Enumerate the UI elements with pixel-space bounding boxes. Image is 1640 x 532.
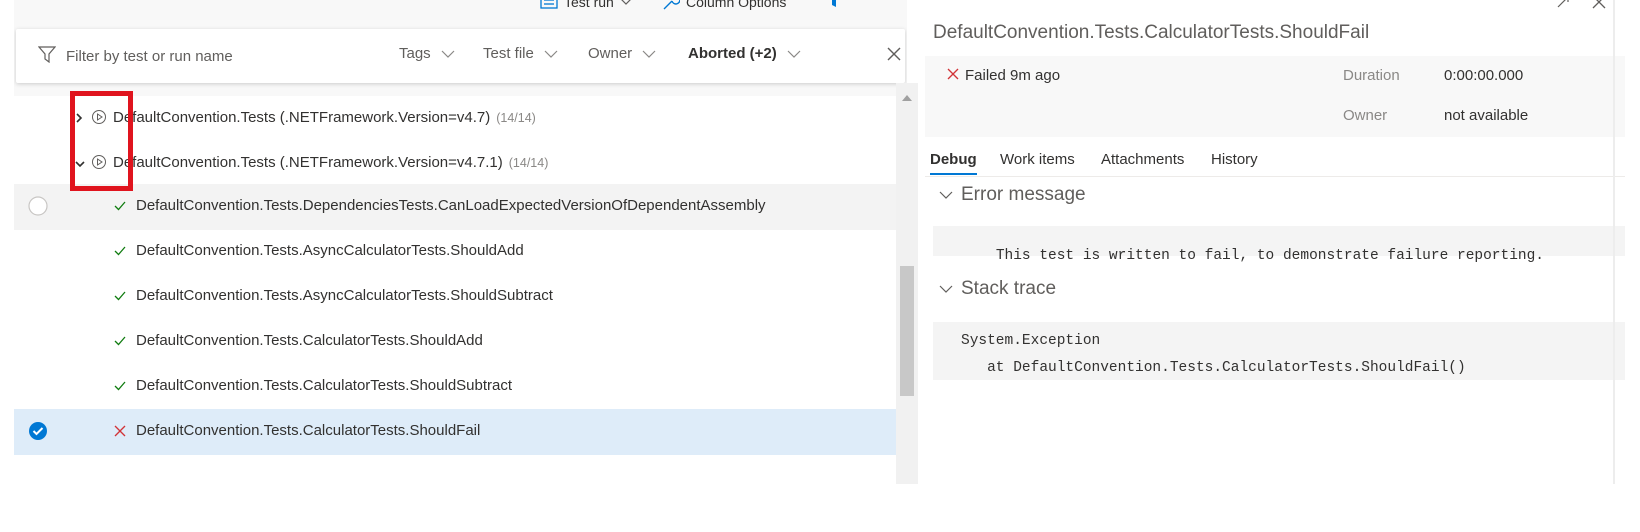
test-run-icon [540,0,558,9]
tab-history[interactable]: History [1211,151,1258,168]
chevron-down-icon [787,45,801,62]
filter-input[interactable] [66,45,366,67]
check-icon [114,244,126,262]
error-message-text: This test is written to fail, to demonst… [995,248,1545,264]
tab-attachments[interactable]: Attachments [1101,151,1184,168]
stack-trace-line: System.Exception [961,333,1101,349]
test-name: DefaultConvention.Tests.CalculatorTests.… [136,332,483,349]
test-row-selected[interactable]: DefaultConvention.Tests.CalculatorTests.… [14,409,907,455]
close-icon[interactable] [1591,0,1607,15]
owner-label: Owner [1343,107,1388,124]
scroll-up-arrow-icon[interactable] [901,89,913,107]
detail-title: DefaultConvention.Tests.CalculatorTests.… [933,22,1370,43]
filter-icon [37,46,57,68]
chevron-down-icon [939,278,953,300]
detail-tabs: Debug Work items Attachments History [925,141,1625,177]
check-icon [114,334,126,352]
column-options-label: Column Options [686,0,787,10]
wrench-icon [662,0,680,10]
tree-group-row[interactable]: DefaultConvention.Tests (.NETFramework.V… [14,141,907,187]
test-run-label: Test run [564,0,614,10]
owner-filter-dropdown[interactable]: Owner [588,45,656,62]
test-tree: DefaultConvention.Tests (.NETFramework.V… [14,96,907,484]
chevron-down-icon [939,184,953,206]
test-detail-pane: DefaultConvention.Tests.CalculatorTests.… [925,0,1625,484]
owner-filter-label: Owner [588,45,633,62]
owner-value: not available [1444,107,1529,124]
toolbar: Test run Column Options [14,0,907,14]
funnel-filled-icon [826,0,842,8]
test-name: DefaultConvention.Tests.CalculatorTests.… [136,422,481,439]
group-count: (14/14) [508,156,549,170]
tree-group-label: DefaultConvention.Tests (.NETFramework.V… [113,109,536,126]
group-name: DefaultConvention.Tests (.NETFramework.V… [113,154,503,171]
check-icon [114,289,126,307]
test-row[interactable]: DefaultConvention.Tests.CalculatorTests.… [14,364,907,410]
vertical-scrollbar[interactable] [896,83,918,484]
expand-icon[interactable] [1555,0,1571,15]
chevron-down-icon [441,45,455,62]
row-select-radio[interactable] [28,196,48,221]
pane-controls [1555,0,1607,15]
tags-filter-label: Tags [399,45,431,62]
duration-label: Duration [1343,67,1400,84]
error-message-heading: Error message [961,184,1086,205]
tab-work-items[interactable]: Work items [1000,151,1075,168]
check-icon [114,379,126,397]
close-icon[interactable] [886,46,902,67]
tree-group-label: DefaultConvention.Tests (.NETFramework.V… [113,154,548,171]
test-summary: Failed 9m ago Duration 0:00:00.000 Owner… [925,56,1625,137]
test-file-filter-dropdown[interactable]: Test file [483,45,558,62]
column-options-button[interactable]: Column Options [662,0,786,10]
fail-x-icon [114,424,126,442]
test-name: DefaultConvention.Tests.DependenciesTest… [136,197,766,214]
stack-trace-section-toggle[interactable]: Stack trace [939,278,1056,300]
test-name: DefaultConvention.Tests.AsyncCalculatorT… [136,287,553,304]
test-run-dropdown[interactable]: Test run [540,0,632,10]
chevron-down-icon [620,0,632,6]
test-row[interactable]: DefaultConvention.Tests.AsyncCalculatorT… [14,229,907,275]
status-text: Failed 9m ago [965,67,1061,84]
test-row[interactable]: DefaultConvention.Tests.CalculatorTests.… [14,319,907,365]
filter-toggle-button[interactable] [826,0,842,8]
outcome-filter-label: Aborted (+2) [688,45,777,62]
test-name: DefaultConvention.Tests.CalculatorTests.… [136,377,513,394]
tags-filter-dropdown[interactable]: Tags [399,45,455,62]
chevron-down-icon [544,45,558,62]
error-message-box: This test is written to fail, to demonst… [933,226,1625,264]
checkmark-circle-icon[interactable] [28,421,48,446]
status-badge: Failed 9m ago [947,67,1060,84]
test-name: DefaultConvention.Tests.AsyncCalculatorT… [136,242,524,259]
stack-trace-box: System.Exception at DefaultConvention.Te… [933,322,1625,380]
test-results-pane: Test run Column Options Tags Test fi [14,0,907,484]
test-file-filter-label: Test file [483,45,534,62]
pane-divider [1613,0,1615,484]
filter-bar: Tags Test file Owner Aborted (+2) [16,29,905,83]
test-row[interactable]: DefaultConvention.Tests.AsyncCalculatorT… [14,274,907,320]
group-count: (14/14) [496,111,536,125]
tab-debug[interactable]: Debug [930,151,977,175]
error-message-section-toggle[interactable]: Error message [939,184,1086,206]
scrollbar-thumb[interactable] [900,266,914,396]
stack-trace-heading: Stack trace [961,278,1057,299]
tree-group-row[interactable]: DefaultConvention.Tests (.NETFramework.V… [14,96,907,142]
stack-trace-line: at DefaultConvention.Tests.CalculatorTes… [961,360,1466,376]
fail-x-icon [947,67,959,84]
chevron-down-icon [642,45,656,62]
annotation-highlight-box [70,91,133,191]
group-name: DefaultConvention.Tests (.NETFramework.V… [113,109,491,126]
test-row[interactable]: DefaultConvention.Tests.DependenciesTest… [14,184,907,230]
duration-value: 0:00:00.000 [1444,67,1524,84]
outcome-filter-dropdown[interactable]: Aborted (+2) [688,45,801,62]
check-icon [114,199,126,217]
